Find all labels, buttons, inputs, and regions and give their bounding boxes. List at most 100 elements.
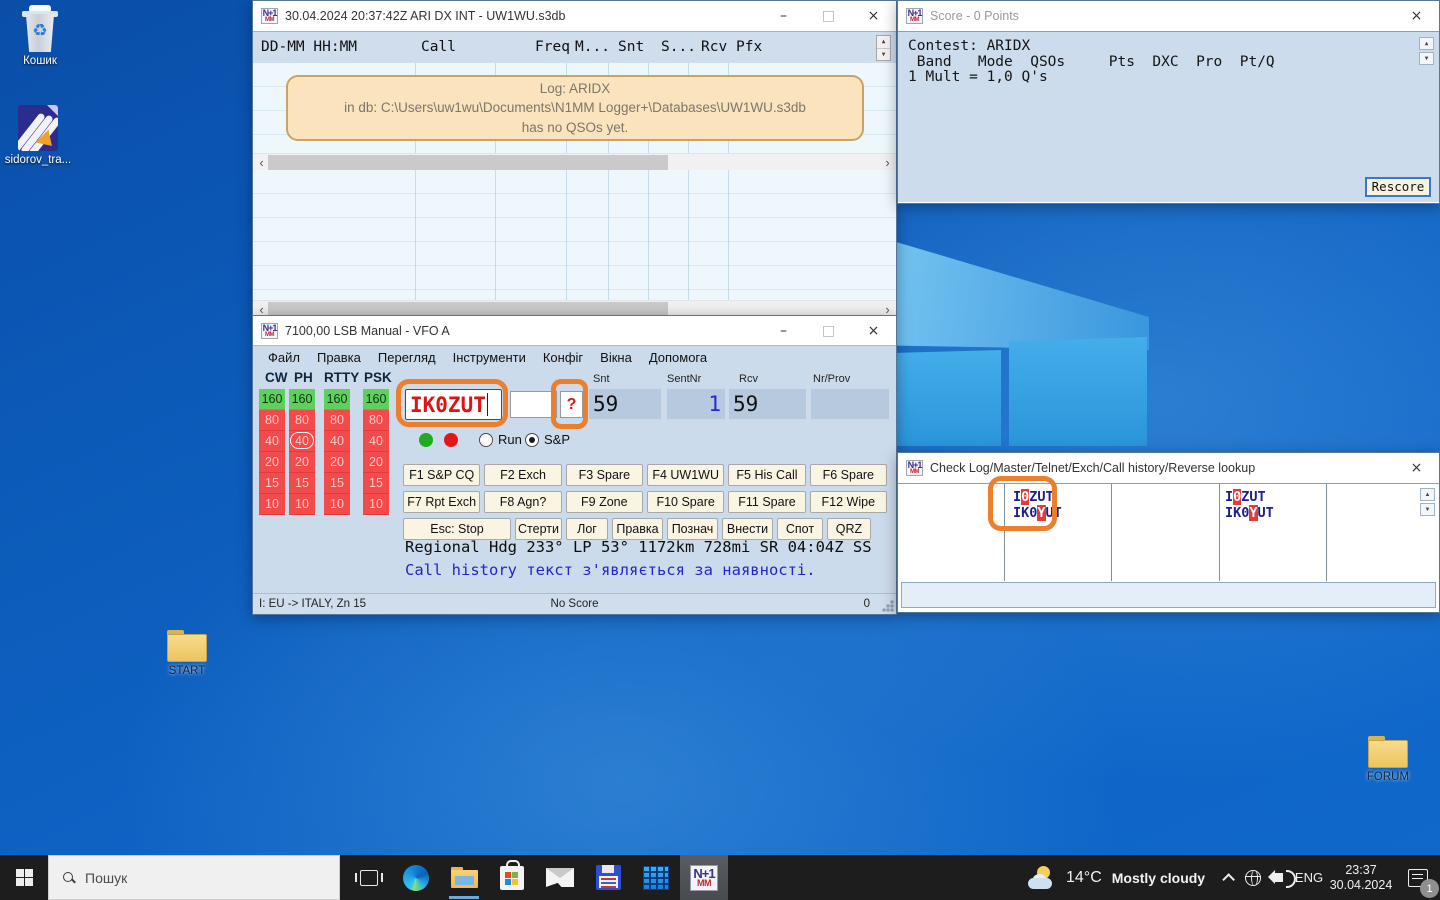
taskbar-disk-app[interactable] <box>584 855 632 900</box>
task-view-button[interactable] <box>346 855 392 900</box>
store-button[interactable]: Внести <box>722 518 773 540</box>
band-button[interactable]: 20 <box>259 452 285 473</box>
minimize-icon[interactable]: – <box>761 1 806 31</box>
close-icon[interactable]: × <box>851 316 896 345</box>
scrollbar-thumb[interactable] <box>268 155 668 170</box>
menu-file[interactable]: Файл <box>268 350 300 365</box>
close-icon[interactable]: × <box>1394 1 1439 31</box>
close-icon[interactable]: × <box>1394 453 1439 483</box>
callsign-input[interactable]: IK0ZUT <box>405 389 502 420</box>
desktop-icon-recycle-bin[interactable]: ♻ Кошик <box>8 8 72 67</box>
score-window-titlebar[interactable]: N+1MM Score - 0 Points × <box>898 1 1439 31</box>
taskbar-archive-app[interactable] <box>632 855 680 900</box>
band-button[interactable]: 10 <box>259 494 285 515</box>
fkey-f1[interactable]: F1 S&P CQ <box>403 464 480 486</box>
column-header[interactable]: Freq <box>535 39 570 55</box>
minimize-icon[interactable]: – <box>761 316 806 345</box>
scroll-right-icon[interactable]: › <box>879 154 896 171</box>
entry-window-titlebar[interactable]: N+1MM 7100,00 LSB Manual - VFO A – □ × <box>253 316 896 345</box>
edit-button[interactable]: Правка <box>612 518 663 540</box>
spot-button[interactable]: Спот <box>777 518 823 540</box>
taskbar-weather[interactable]: 14°C Mostly cloudy <box>1028 855 1218 900</box>
taskbar-file-explorer[interactable] <box>440 855 488 900</box>
band-button[interactable]: 160 <box>259 389 285 410</box>
esc-stop-button[interactable]: Esc: Stop <box>403 518 511 540</box>
band-button[interactable]: 80 <box>363 410 389 431</box>
scroll-down-icon[interactable]: ▼ <box>1419 52 1434 65</box>
menu-edit[interactable]: Правка <box>317 350 361 365</box>
column-header[interactable]: S... <box>661 39 696 55</box>
qrz-button[interactable]: QRZ <box>827 518 871 540</box>
band-button[interactable]: 40 <box>259 431 285 452</box>
menu-view[interactable]: Перегляд <box>378 350 436 365</box>
volume-button[interactable] <box>1266 855 1292 900</box>
log-window-titlebar[interactable]: N+1MM 30.04.2024 20:37:42Z ARI DX INT - … <box>253 1 896 31</box>
help-button[interactable]: ? <box>560 391 583 418</box>
desktop-icon-start-folder[interactable]: START <box>155 630 219 677</box>
check-window-titlebar[interactable]: N+1MM Check Log/Master/Telnet/Exch/Call … <box>898 453 1439 483</box>
scroll-up-icon[interactable]: ▲ <box>1419 37 1434 50</box>
column-header[interactable]: M... <box>575 39 610 55</box>
column-header[interactable]: Snt <box>618 39 644 55</box>
band-button-selected[interactable]: 40 <box>289 431 315 452</box>
check-scrollbar[interactable]: ▲ ▼ <box>1420 488 1435 516</box>
taskbar-clock[interactable]: 23:37 30.04.2024 <box>1326 855 1396 900</box>
band-button[interactable]: 160 <box>363 389 389 410</box>
menu-tools[interactable]: Інструменти <box>453 350 526 365</box>
horizontal-scrollbar[interactable]: ‹ › <box>253 153 896 170</box>
band-button[interactable]: 40 <box>363 431 389 452</box>
band-button[interactable]: 20 <box>363 452 389 473</box>
aux-input[interactable] <box>510 391 557 418</box>
menu-config[interactable]: Конфіг <box>543 350 583 365</box>
check-callsign[interactable]: I0ZUT <box>1013 489 1062 505</box>
fkey-f5[interactable]: F5 His Call <box>728 464 805 486</box>
rcv-field[interactable]: 59 <box>729 389 806 419</box>
sp-radio-label[interactable]: S&P <box>544 432 570 447</box>
spin-down-icon[interactable]: ▼ <box>877 49 890 61</box>
resize-grip[interactable] <box>882 600 894 612</box>
fkey-f11[interactable]: F11 Spare <box>728 491 805 513</box>
fkey-f10[interactable]: F10 Spare <box>647 491 724 513</box>
tray-expand-button[interactable] <box>1214 855 1238 900</box>
fkey-f4[interactable]: F4 UW1WU <box>647 464 724 486</box>
band-button[interactable]: 15 <box>324 473 350 494</box>
check-callsign[interactable]: IK0YUT <box>1013 505 1062 521</box>
taskbar-store[interactable] <box>488 855 536 900</box>
sp-radio-selected[interactable] <box>525 433 539 447</box>
run-radio[interactable] <box>479 433 493 447</box>
menu-help[interactable]: Допомога <box>649 350 707 365</box>
snt-field[interactable]: 59 <box>589 389 661 419</box>
taskbar-search[interactable]: Пошук <box>48 855 340 900</box>
spin-up-icon[interactable]: ▲ <box>877 36 890 49</box>
maximize-icon[interactable]: □ <box>806 316 851 345</box>
column-header[interactable]: DD-MM HH:MM <box>261 39 357 55</box>
band-button[interactable]: 10 <box>324 494 350 515</box>
rescore-button[interactable]: Rescore <box>1365 177 1431 197</box>
action-center-button[interactable]: 1 <box>1396 855 1440 900</box>
language-indicator[interactable]: ENG <box>1292 855 1326 900</box>
taskbar-edge[interactable] <box>392 855 440 900</box>
band-button[interactable]: 15 <box>259 473 285 494</box>
mark-button[interactable]: Познач <box>667 518 718 540</box>
band-button[interactable]: 80 <box>259 410 285 431</box>
check-callsign[interactable]: I0ZUT <box>1225 489 1274 505</box>
band-button[interactable]: 10 <box>363 494 389 515</box>
band-button[interactable]: 10 <box>289 494 315 515</box>
band-button[interactable]: 15 <box>363 473 389 494</box>
wipe-button[interactable]: Стерти <box>515 518 562 540</box>
score-scrollbar[interactable]: ▲ ▼ <box>1419 37 1434 65</box>
taskbar-n1mm-active[interactable]: N+1MM <box>680 855 728 900</box>
band-button[interactable]: 80 <box>289 410 315 431</box>
fkey-f7[interactable]: F7 Rpt Exch <box>403 491 480 513</box>
desktop-icon-forum-folder[interactable]: FORUM <box>1356 736 1420 783</box>
nrprov-field[interactable] <box>811 389 889 419</box>
menu-windows[interactable]: Вікна <box>600 350 632 365</box>
fkey-f2[interactable]: F2 Exch <box>484 464 561 486</box>
band-button[interactable]: 160 <box>289 389 315 410</box>
run-radio-label[interactable]: Run <box>498 432 522 447</box>
log-button[interactable]: Лог <box>566 518 608 540</box>
band-button[interactable]: 15 <box>289 473 315 494</box>
band-button[interactable]: 160 <box>324 389 350 410</box>
band-button[interactable]: 80 <box>324 410 350 431</box>
band-button[interactable]: 20 <box>324 452 350 473</box>
